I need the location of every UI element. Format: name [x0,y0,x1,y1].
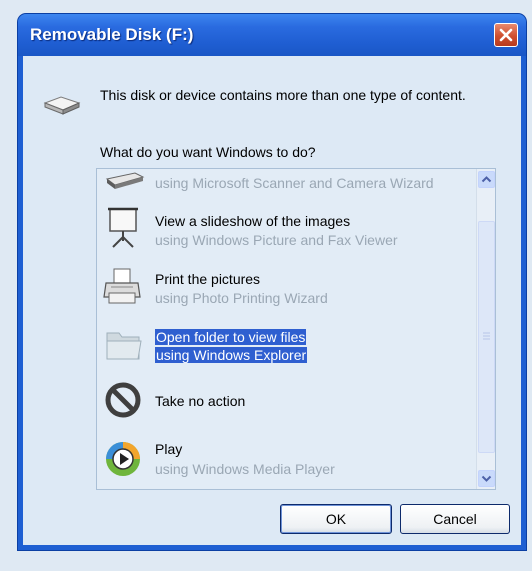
item-sublabel: using Windows Media Player [155,461,335,477]
chevron-down-icon [481,475,492,482]
list-item-print[interactable]: Print the pictures using Photo Printing … [97,263,475,315]
scroll-thumb[interactable] [478,221,495,453]
cancel-button[interactable]: Cancel [400,504,510,534]
ok-button[interactable]: OK [280,504,392,534]
item-sublabel: using Windows Picture and Fax Viewer [155,232,398,248]
folder-icon [106,332,142,360]
item-label: Print the pictures [155,271,261,287]
chevron-up-icon [481,176,492,183]
title-bar[interactable]: Removable Disk (F:) [18,14,526,56]
action-list[interactable]: using Microsoft Scanner and Camera Wizar… [96,168,496,490]
printer-icon [103,268,141,304]
no-action-icon [105,382,141,418]
disk-message: This disk or device contains more than o… [100,87,466,103]
item-label: View a slideshow of the images [155,213,351,229]
scroll-down-button[interactable] [478,470,495,487]
list-item-no-action[interactable]: Take no action [97,377,475,427]
item-sublabel: using Windows Explorer [155,347,308,363]
dialog-body: This disk or device contains more than o… [23,56,521,545]
item-sublabel: using Photo Printing Wizard [155,290,328,306]
removable-disk-icon [43,96,81,115]
item-label: Open folder to view files [155,329,307,345]
window-title: Removable Disk (F:) [30,25,194,44]
scanner-icon [105,172,145,189]
close-button[interactable] [494,23,518,47]
scroll-up-button[interactable] [478,171,495,188]
item-label: Take no action [155,393,246,409]
slideshow-projector-icon [108,207,138,248]
grip-icon [483,332,490,340]
list-item-slideshow[interactable]: View a slideshow of the images using Win… [97,205,475,257]
action-question: What do you want Windows to do? [100,144,316,160]
item-label: Play [155,441,183,457]
list-item-scanner[interactable]: using Microsoft Scanner and Camera Wizar… [97,169,475,197]
close-icon [499,28,513,42]
autoplay-dialog: Removable Disk (F:) This disk or device … [18,14,526,550]
list-item-open-folder[interactable]: Open folder to view files using Windows … [97,319,475,371]
vertical-scrollbar[interactable] [476,169,495,489]
item-sublabel: using Microsoft Scanner and Camera Wizar… [155,175,434,191]
media-player-icon [106,442,140,476]
list-item-play[interactable]: Play using Windows Media Player [97,431,475,487]
